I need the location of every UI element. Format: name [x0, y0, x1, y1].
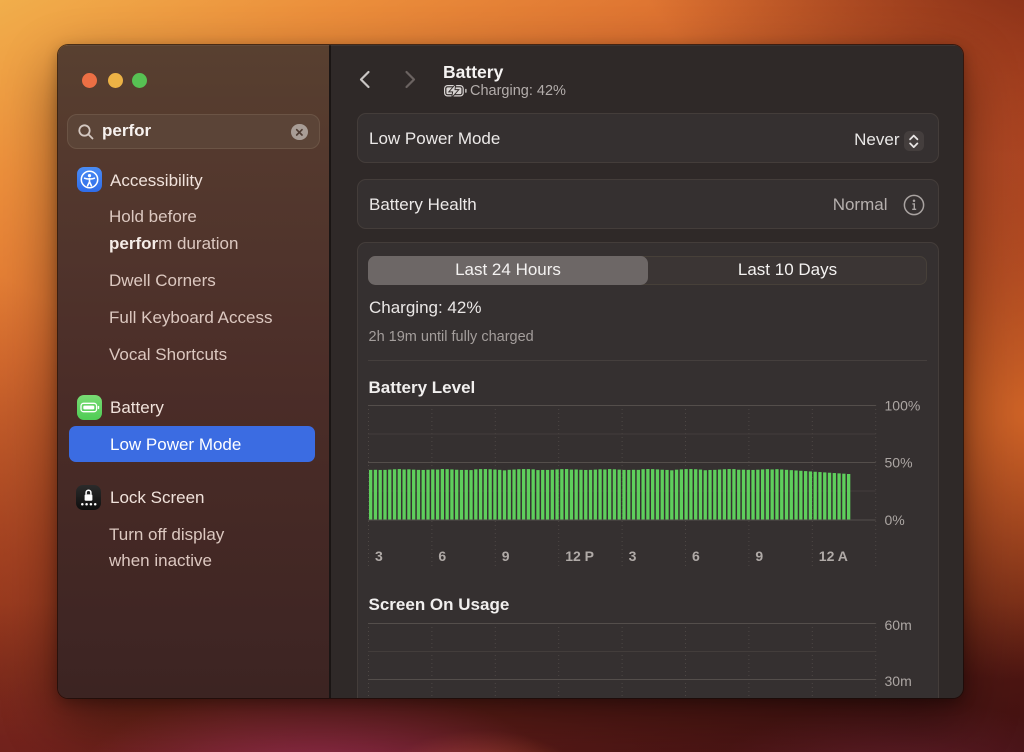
svg-text:3: 3 — [375, 548, 383, 564]
svg-text:9: 9 — [502, 548, 510, 564]
svg-text:6: 6 — [438, 548, 446, 564]
svg-text:3: 3 — [629, 548, 637, 564]
svg-text:50%: 50% — [885, 455, 913, 471]
svg-text:9: 9 — [755, 548, 763, 564]
svg-text:12 A: 12 A — [819, 548, 848, 564]
svg-text:12 P: 12 P — [565, 548, 594, 564]
svg-text:0%: 0% — [885, 512, 905, 528]
svg-text:30m: 30m — [885, 673, 912, 689]
svg-text:60m: 60m — [885, 617, 912, 633]
svg-text:100%: 100% — [885, 399, 921, 414]
svg-text:6: 6 — [692, 548, 700, 564]
